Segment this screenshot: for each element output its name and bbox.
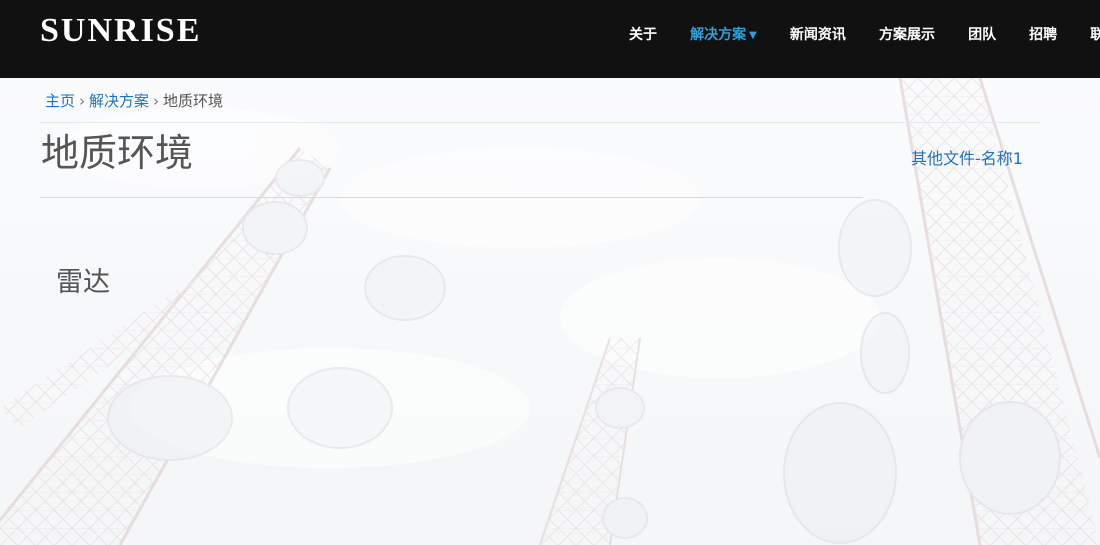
breadcrumb-separator: › bbox=[153, 92, 160, 110]
page-content: 主页 › 解决方案 › 地质环境 地质环境 其他文件-名称1 雷达 bbox=[0, 78, 1100, 545]
breadcrumb-current: 地质环境 bbox=[163, 92, 224, 110]
breadcrumb-solutions-link[interactable]: 解决方案 bbox=[89, 92, 149, 110]
nav-item-solutions-label: 解决方案 bbox=[690, 27, 747, 43]
breadcrumb-separator: › bbox=[79, 92, 86, 110]
top-navbar: SUNRISE 关于 解决方案▼ 新闻资讯 方案展示 团队 招聘 联系 bbox=[0, 0, 1100, 78]
site-logo[interactable]: SUNRISE bbox=[40, 12, 201, 50]
section-title: 雷达 bbox=[56, 267, 110, 298]
sidebar-file-link[interactable]: 其他文件-名称1 bbox=[911, 145, 1023, 169]
page-title: 地质环境 bbox=[41, 131, 194, 175]
nav-item-solutions[interactable]: 解决方案 ▼ bbox=[690, 25, 757, 46]
title-divider bbox=[40, 197, 863, 198]
nav-item-careers[interactable]: 招聘 bbox=[1029, 25, 1057, 45]
nav-item-about[interactable]: 关于 bbox=[629, 25, 657, 45]
breadcrumb-home-link[interactable]: 主页 bbox=[45, 92, 75, 110]
breadcrumb: 主页 › 解决方案 › 地质环境 bbox=[45, 90, 223, 111]
main-nav: 关于 解决方案▼ 新闻资讯 方案展示 团队 招聘 联系 bbox=[615, 24, 1100, 44]
nav-item-news[interactable]: 新闻资讯 bbox=[790, 25, 846, 45]
nav-item-contact[interactable]: 联系 bbox=[1090, 25, 1100, 45]
chevron-down-icon: ▼ bbox=[749, 30, 757, 41]
nav-item-team[interactable]: 团队 bbox=[968, 25, 996, 45]
nav-item-showcase[interactable]: 方案展示 bbox=[879, 25, 935, 45]
